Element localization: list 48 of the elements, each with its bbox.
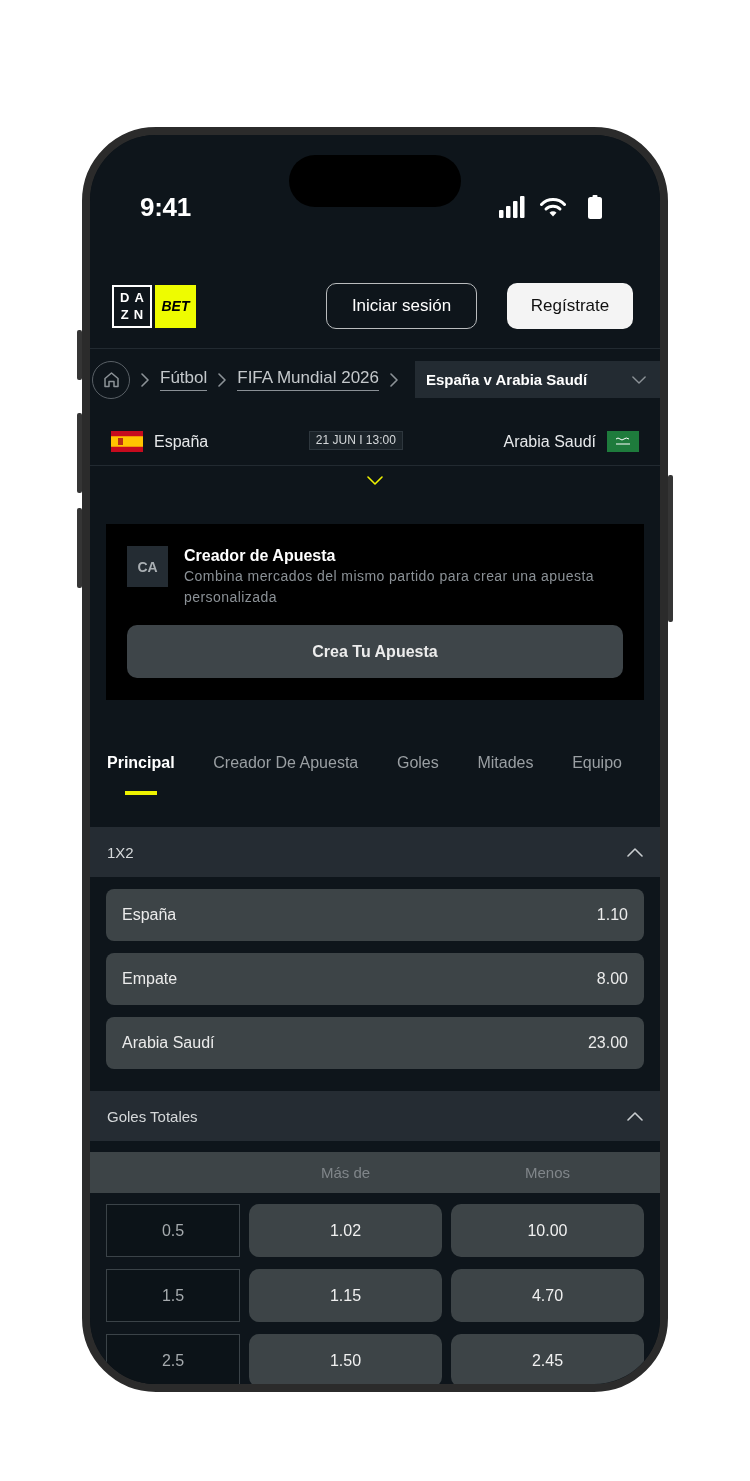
tab[interactable]: Mitades	[477, 753, 534, 773]
market-header[interactable]: Goles Totales	[90, 1091, 660, 1141]
column-header: Menos	[524, 1164, 571, 1181]
create-bet-button[interactable]: Crea Tu Apuesta	[127, 625, 623, 678]
breadcrumb-link[interactable]: FIFA Mundial 2026	[237, 368, 379, 391]
team-name: Arabia Saudí	[503, 432, 596, 451]
line-cell: 0.5	[106, 1204, 240, 1257]
odds-button[interactable]: 1.50	[249, 1334, 442, 1384]
tab[interactable]: Principal	[107, 753, 175, 795]
tab[interactable]: Creador De Apuesta	[213, 753, 359, 773]
logo-wordmark: DA ZN	[112, 284, 152, 328]
odds-button[interactable]: 1.15	[249, 1269, 442, 1322]
home-icon	[102, 371, 120, 388]
signal-icon	[499, 196, 525, 218]
chevron-right-icon	[140, 372, 150, 387]
tab-underline	[124, 791, 157, 795]
flag-icon	[607, 431, 639, 452]
match-date: 21 JUN I 13:00	[308, 431, 403, 450]
status-time: 9:41	[140, 191, 191, 223]
odds-button[interactable]: España 1.10	[106, 889, 644, 941]
tab[interactable]: Equipo	[572, 753, 622, 773]
chevron-right-icon	[217, 372, 228, 387]
chevron-down-icon	[632, 375, 646, 384]
odds-button[interactable]: 2.45	[451, 1334, 644, 1384]
breadcrumb-link[interactable]: Fútbol	[160, 368, 208, 391]
odds-button[interactable]: 1.02	[249, 1204, 442, 1257]
odds-button[interactable]: 10.00	[451, 1204, 644, 1257]
odds-button[interactable]: Empate 8.00	[106, 953, 644, 1005]
register-button[interactable]: Regístrate	[507, 283, 633, 329]
chevron-right-icon	[389, 372, 399, 387]
market-header[interactable]: 1X2	[90, 827, 660, 877]
line-cell: 1.5	[106, 1269, 240, 1322]
tab[interactable]: Goles	[396, 753, 439, 773]
card-description: Combina mercados del mismo partido para crear una apuesta personalizada	[184, 567, 596, 607]
odds-button[interactable]: Arabia Saudí 23.00	[106, 1017, 644, 1069]
line-cell: 2.5	[106, 1334, 240, 1384]
team-name: España	[154, 432, 209, 451]
odds-button[interactable]: 4.70	[451, 1269, 644, 1322]
chevron-down-icon	[367, 475, 383, 485]
flag-icon	[111, 431, 143, 452]
logo-badge: BET	[155, 284, 196, 328]
battery-icon	[588, 195, 602, 219]
wifi-icon	[540, 197, 566, 217]
column-header: Más de	[319, 1164, 372, 1181]
card-title: Creador de Apuesta	[184, 546, 337, 566]
login-button[interactable]: Iniciar sesión	[326, 283, 477, 329]
initials-tile: CA	[127, 546, 168, 587]
match-selector[interactable]: España v Arabia Saudí	[415, 361, 660, 398]
